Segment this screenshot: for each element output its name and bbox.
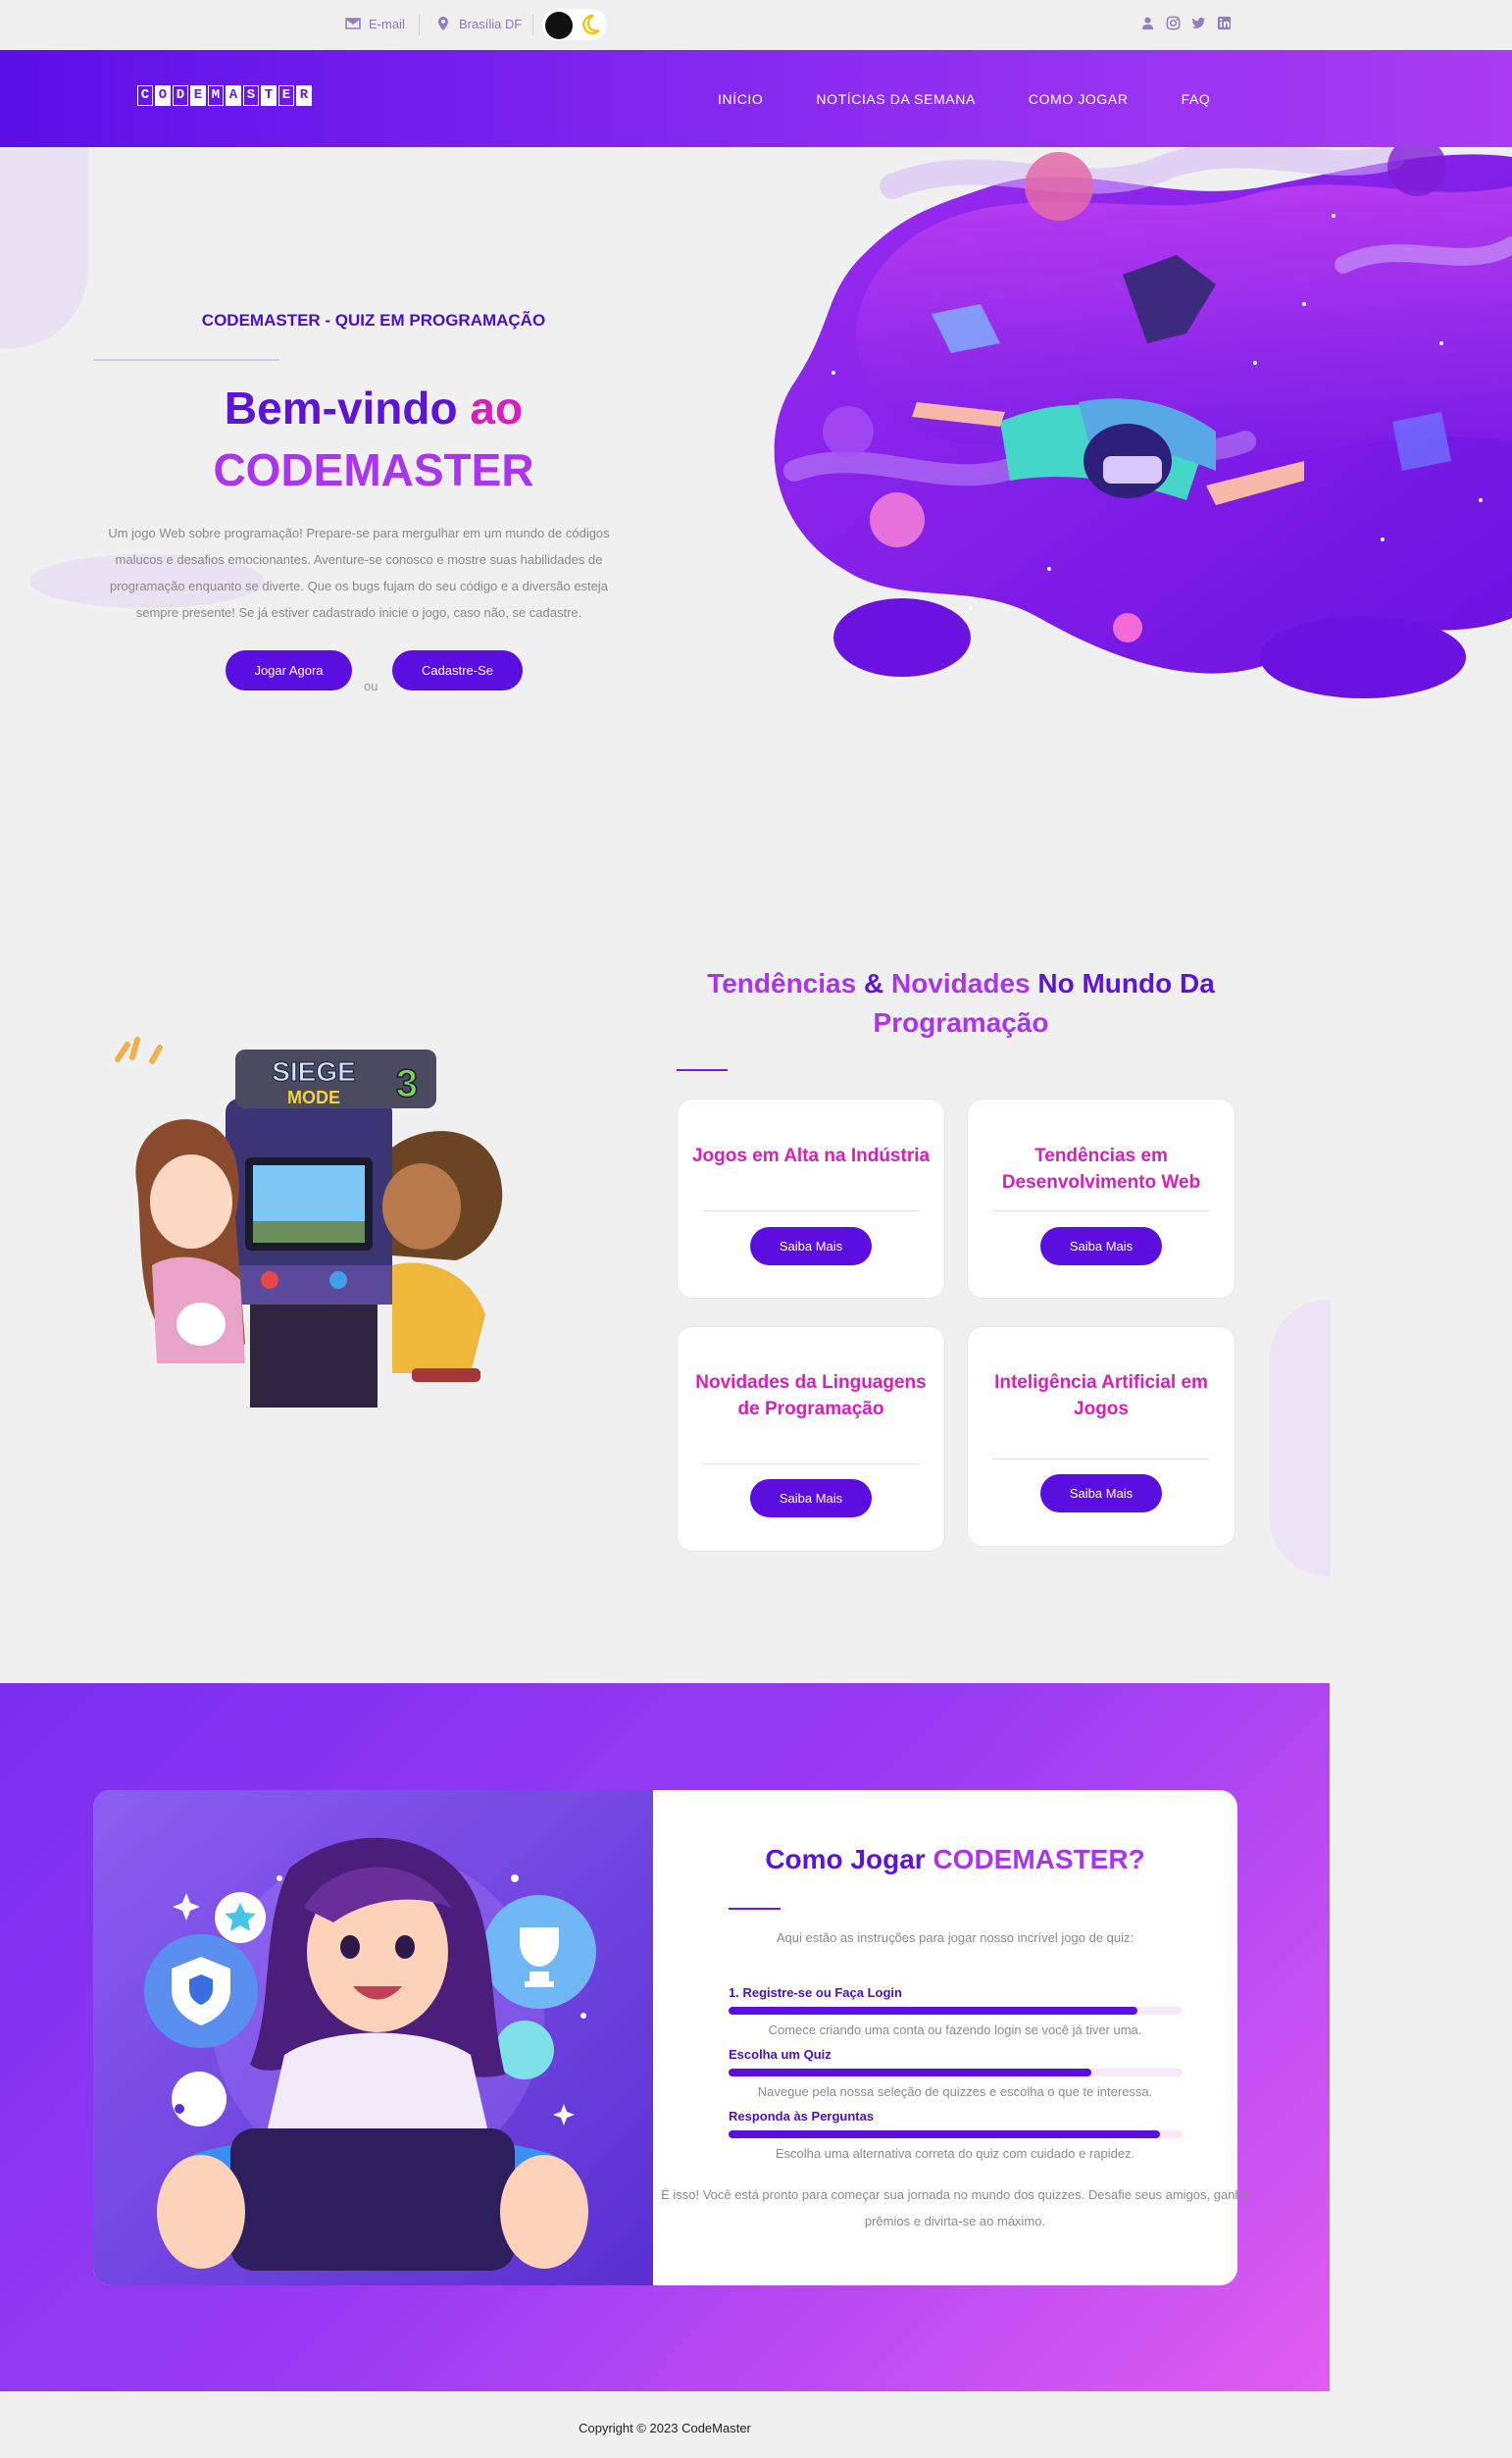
how-to-play-title: Como Jogar CODEMASTER? [637, 1844, 1273, 1875]
linkedin-icon[interactable] [1217, 16, 1232, 30]
trends-title-part: Programação [873, 1007, 1049, 1038]
step-label: Escolha um Quiz [729, 2047, 832, 2062]
divider [419, 14, 420, 35]
trends-title-part: Novidades [890, 968, 1031, 999]
moon-icon [582, 14, 600, 35]
logo-letter: R [296, 85, 312, 106]
hero-space-illustration [774, 147, 1512, 698]
trend-card: Jogos em Alta na Indústria Saiba Mais [677, 1099, 945, 1299]
nav-link-inicio[interactable]: INÍCIO [718, 91, 763, 107]
logo-letter: O [155, 85, 171, 106]
trend-card-title: Tendências em Desenvolvimento Web [1001, 1146, 1201, 1193]
logo-letter: T [261, 85, 277, 106]
footer-copyright: Copyright © 2023 CodeMaster [579, 2421, 751, 2435]
step-description: Escolha uma alternativa correta do quiz … [775, 2146, 1135, 2161]
nav-link-noticias[interactable]: NOTÍCIAS DA SEMANA [816, 91, 976, 107]
email-link[interactable]: E-mail [345, 16, 405, 31]
social-links [1140, 16, 1232, 30]
trend-card-title: Inteligência Artificial em Jogos [994, 1372, 1208, 1419]
step-progress-fill [729, 2130, 1160, 2138]
trends-title-part: Tendências [707, 968, 857, 999]
how-divider [729, 1908, 781, 1910]
nav-links: INÍCIO NOTÍCIAS DA SEMANA COMO JOGAR FAQ [718, 91, 1210, 107]
trends-title-part: No Mundo Da [1037, 968, 1215, 999]
location-label: Brasília DF [459, 16, 523, 31]
register-button[interactable]: Cadastre-Se [392, 650, 523, 691]
twitter-icon[interactable] [1191, 16, 1206, 30]
trends-title-part: & [863, 968, 884, 999]
siege-logo-bottom: MODE [287, 1088, 340, 1107]
learn-more-button[interactable]: Saiba Mais [750, 1479, 872, 1517]
divider [532, 14, 533, 35]
trend-card-title: Novidades da Linguagens de Programação [695, 1372, 927, 1419]
user-icon[interactable] [1140, 16, 1155, 30]
hero-eyebrow: CODEMASTER - QUIZ EM PROGRAMAÇÃO [201, 311, 546, 330]
instagram-icon[interactable] [1166, 16, 1181, 30]
hero-title-part: ao [470, 383, 524, 434]
step-label: 1. Registre-se ou Faça Login [729, 1985, 902, 2000]
location-info: Brasília DF [435, 16, 522, 31]
trends-divider [677, 1069, 728, 1071]
decorative-blob [0, 147, 88, 348]
step-description: Navegue pela nossa seleção de quizzes e … [757, 2084, 1153, 2099]
gamer-girl-illustration [93, 1790, 653, 2285]
card-divider [702, 1210, 920, 1211]
how-title-brand: CODEMASTER? [932, 1844, 1145, 1874]
step-label: Responda às Perguntas [729, 2109, 875, 2124]
trends-title: Tendências & Novidades No Mundo Da Progr… [677, 964, 1245, 1043]
hero-title: Bem-vindo ao CODEMASTER [94, 378, 653, 501]
how-outro: É isso! Você está pronto para começar su… [661, 2187, 1249, 2228]
top-bar: E-mail Brasília DF [0, 0, 1512, 50]
step-progress-track [729, 2007, 1183, 2015]
step-progress-track [729, 2130, 1183, 2138]
siege-logo-number: 3 [396, 1062, 418, 1105]
decorative-blob [1270, 1300, 1331, 1576]
card-divider [702, 1463, 920, 1464]
hero-divider [93, 359, 279, 361]
codemaster-logo[interactable]: CODEMASTER [137, 85, 312, 106]
arcade-game-illustration: SIEGE MODE 3 [115, 1037, 503, 1408]
nav-link-como-jogar[interactable]: COMO JOGAR [1029, 91, 1129, 107]
logo-letter: A [226, 85, 241, 106]
email-label: E-mail [369, 16, 405, 31]
card-divider [992, 1210, 1210, 1211]
main-navbar: CODEMASTER INÍCIO NOTÍCIAS DA SEMANA COM… [0, 50, 1512, 147]
map-pin-icon [438, 17, 448, 30]
hero-description: Um jogo Web sobre programação! Prepare-s… [108, 526, 610, 620]
how-title-part: Como Jogar [765, 1844, 926, 1874]
how-intro: Aqui estão as instruções para jogar noss… [776, 1930, 1134, 1945]
step-progress-fill [729, 2069, 1092, 2076]
envelope-icon [345, 18, 361, 29]
siege-logo-top: SIEGE [272, 1056, 356, 1087]
step-description: Comece criando uma conta ou fazendo logi… [768, 2023, 1142, 2037]
step-progress-track [729, 2069, 1183, 2076]
hero-title-part: Bem-vindo [224, 383, 458, 434]
logo-letter: C [137, 85, 153, 106]
logo-letter: E [278, 85, 294, 106]
hero-title-brand: CODEMASTER [213, 444, 534, 495]
logo-letter: D [173, 85, 188, 106]
trend-card: Novidades da Linguagens de Programação S… [677, 1326, 945, 1552]
logo-letter: S [243, 85, 259, 106]
trend-card-title: Jogos em Alta na Indústria [691, 1146, 931, 1166]
dark-mode-dot [545, 12, 573, 39]
play-now-button[interactable]: Jogar Agora [226, 650, 352, 691]
logo-letter: E [190, 85, 206, 106]
theme-toggle[interactable] [542, 9, 607, 40]
logo-letter: M [208, 85, 224, 106]
trend-card: Tendências em Desenvolvimento Web Saiba … [967, 1099, 1235, 1299]
step-progress-fill [729, 2007, 1137, 2015]
learn-more-button[interactable]: Saiba Mais [750, 1227, 872, 1265]
learn-more-button[interactable]: Saiba Mais [1040, 1474, 1162, 1512]
learn-more-button[interactable]: Saiba Mais [1040, 1227, 1162, 1265]
nav-link-faq[interactable]: FAQ [1182, 91, 1211, 107]
or-label: ou [364, 679, 378, 693]
trend-card: Inteligência Artificial em Jogos Saiba M… [967, 1326, 1235, 1547]
